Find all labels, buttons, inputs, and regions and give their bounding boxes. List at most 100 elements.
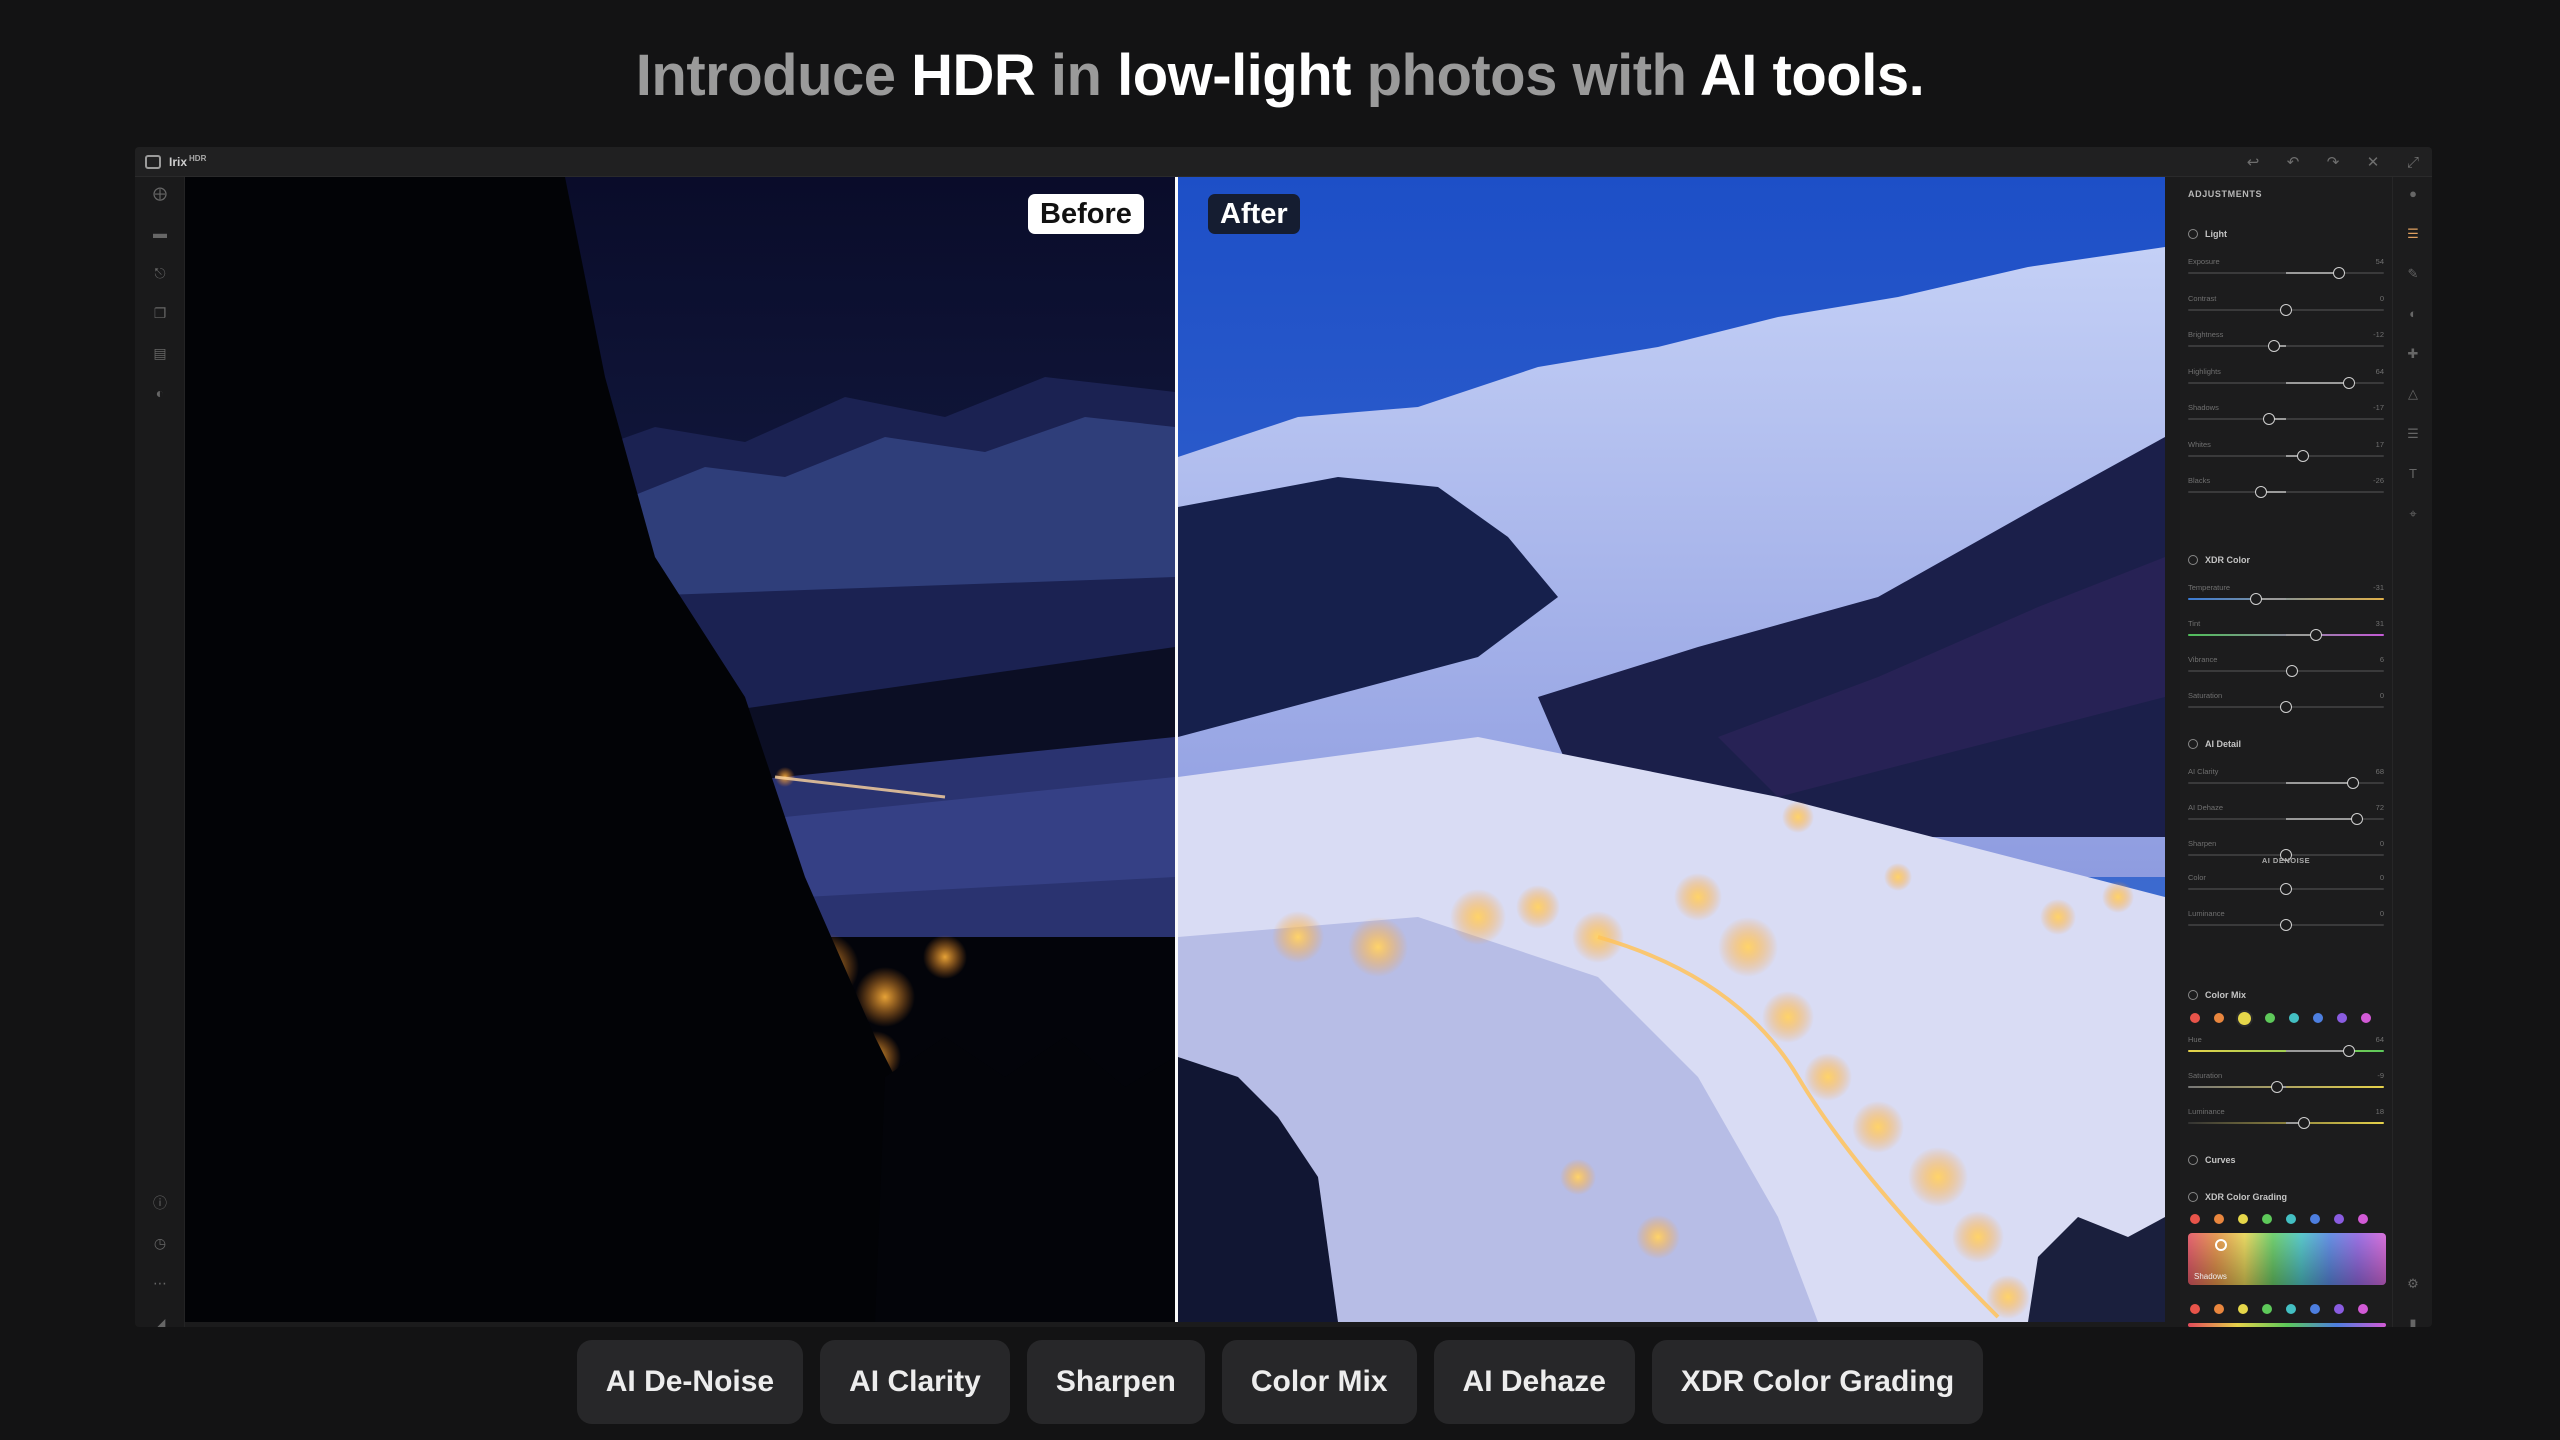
heal-icon[interactable]: ✚ [2404, 345, 2422, 363]
color-swatch[interactable] [2214, 1214, 2224, 1224]
feature-ai-dehaze[interactable]: AI Dehaze [1433, 1340, 1635, 1424]
slider-thumb[interactable] [2350, 813, 2363, 825]
slider-thumb[interactable] [2310, 629, 2323, 641]
presets-icon[interactable]: ◐ [150, 383, 170, 403]
adjustments-icon[interactable]: ☰ [2404, 225, 2422, 243]
info-icon[interactable]: ⓘ [150, 1193, 170, 1213]
color-swatch[interactable] [2262, 1214, 2272, 1224]
color-swatch[interactable] [2190, 1013, 2200, 1023]
add-icon[interactable]: ⨁ [150, 183, 170, 203]
section-ai-detail[interactable]: AI Detail [2188, 739, 2241, 749]
slider-track[interactable] [2188, 598, 2384, 600]
slider-thumb[interactable] [2280, 919, 2292, 931]
color-swatch[interactable] [2358, 1214, 2368, 1224]
slider-thumb[interactable] [2280, 701, 2292, 713]
undo-icon[interactable]: ↶ [2284, 153, 2302, 171]
slider-ai-dehaze[interactable]: AI Dehaze 72 [2188, 803, 2384, 827]
more-icon[interactable]: ⋯ [150, 1273, 170, 1293]
slider-ai-clarity[interactable]: AI Clarity 68 [2188, 767, 2384, 791]
slider-thumb[interactable] [2263, 413, 2276, 425]
color-swatch[interactable] [2286, 1304, 2296, 1314]
color-swatch[interactable] [2214, 1013, 2224, 1023]
slider-blacks[interactable]: Blacks -26 [2188, 476, 2384, 500]
feature-ai-denoise[interactable]: AI De-Noise [576, 1340, 804, 1424]
geometry-icon[interactable]: △ [2404, 385, 2422, 403]
section-xdr-color-grading[interactable]: XDR Color Grading [2188, 1192, 2287, 1202]
color-swatch[interactable] [2313, 1013, 2323, 1023]
slider-luminance[interactable]: Luminance 18 [2188, 1107, 2384, 1131]
color-swatch[interactable] [2358, 1304, 2368, 1314]
feature-xdr-color-grading[interactable]: XDR Color Grading [1651, 1340, 1984, 1424]
slider-saturation[interactable]: Saturation -9 [2188, 1071, 2384, 1095]
copy-icon[interactable]: ❐ [150, 303, 170, 323]
slider-tint[interactable]: Tint 31 [2188, 619, 2384, 643]
settings-icon[interactable]: ⚙ [2404, 1275, 2422, 1293]
feature-sharpen[interactable]: Sharpen [1026, 1340, 1205, 1424]
slider-vibrance[interactable]: Vibrance 6 [2188, 655, 2384, 679]
slider-thumb[interactable] [2254, 486, 2267, 498]
slider-thumb[interactable] [2342, 1045, 2355, 1057]
slider-whites[interactable]: Whites 17 [2188, 440, 2384, 464]
fullscreen-icon[interactable]: ⤢ [2404, 154, 2422, 171]
slider-thumb[interactable] [2280, 883, 2292, 895]
slider-luminance[interactable]: Luminance 0 [2188, 909, 2384, 933]
slider-thumb[interactable] [2342, 376, 2355, 389]
slider-track[interactable] [2188, 491, 2384, 493]
brush-icon[interactable]: ✎ [2404, 265, 2422, 283]
color-swatch[interactable] [2310, 1214, 2320, 1224]
slider-temperature[interactable]: Temperature -31 [2188, 583, 2384, 607]
feature-color-mix[interactable]: Color Mix [1221, 1340, 1417, 1424]
photo-canvas[interactable]: Before After [185, 177, 2165, 1322]
color-swatch[interactable] [2310, 1304, 2320, 1314]
color-swatch[interactable] [2238, 1304, 2248, 1314]
color-swatch[interactable] [2361, 1013, 2371, 1023]
color-swatch[interactable] [2238, 1011, 2251, 1025]
slider-thumb[interactable] [2346, 777, 2359, 789]
color-swatch[interactable] [2334, 1304, 2344, 1314]
color-swatch[interactable] [2337, 1013, 2347, 1023]
library-icon[interactable]: ▬ [150, 223, 170, 243]
compare-icon[interactable]: ✕ [2364, 153, 2382, 171]
compare-divider-handle[interactable] [1175, 177, 1178, 1322]
section-light[interactable]: Light [2188, 229, 2227, 239]
slider-thumb[interactable] [2332, 267, 2345, 279]
shadows-picker-thumb[interactable] [2215, 1239, 2227, 1251]
slider-thumb[interactable] [2249, 593, 2262, 605]
panel-toggle-icon[interactable]: ▮ [2404, 1315, 2422, 1327]
slider-color[interactable]: Color 0 [2188, 873, 2384, 897]
color-swatch[interactable] [2190, 1304, 2200, 1314]
export-icon[interactable]: ⎋ [150, 263, 170, 283]
shadows-color-grid[interactable]: Shadows [2188, 1233, 2386, 1285]
mask-icon[interactable]: ◐ [2404, 305, 2422, 323]
color-swatch[interactable] [2289, 1013, 2299, 1023]
feature-ai-clarity[interactable]: AI Clarity [820, 1340, 1010, 1424]
color-swatch[interactable] [2262, 1304, 2272, 1314]
color-swatch[interactable] [2190, 1214, 2200, 1224]
slider-track[interactable] [2188, 418, 2384, 420]
section-curves[interactable]: Curves [2188, 1155, 2236, 1165]
album-icon[interactable]: ▤ [150, 343, 170, 363]
redo-icon[interactable]: ↷ [2324, 153, 2342, 171]
share-icon[interactable]: ↩ [2244, 153, 2262, 171]
color-swatch[interactable] [2214, 1304, 2224, 1314]
slider-saturation[interactable]: Saturation 0 [2188, 691, 2384, 715]
color-swatch[interactable] [2265, 1013, 2275, 1023]
text-icon[interactable]: T [2404, 465, 2422, 483]
slider-thumb[interactable] [2297, 1117, 2310, 1129]
slider-hue[interactable]: Hue 64 [2188, 1035, 2384, 1059]
history-icon[interactable]: ◷ [150, 1233, 170, 1253]
section-xdr-color[interactable]: XDR Color [2188, 555, 2250, 565]
slider-exposure[interactable]: Exposure 54 [2188, 257, 2384, 281]
slider-brightness[interactable]: Brightness -12 [2188, 330, 2384, 354]
slider-thumb[interactable] [2285, 665, 2298, 677]
color-swatch[interactable] [2286, 1214, 2296, 1224]
layers-icon[interactable]: ☰ [2404, 425, 2422, 443]
crop-icon[interactable]: ⌖ [2404, 505, 2422, 523]
slider-thumb[interactable] [2271, 1081, 2284, 1093]
slider-thumb[interactable] [2280, 303, 2292, 316]
slider-track[interactable] [2188, 1086, 2384, 1088]
section-color-mix[interactable]: Color Mix [2188, 990, 2246, 1000]
slider-contrast[interactable]: Contrast 0 [2188, 294, 2384, 318]
slider-thumb[interactable] [2268, 340, 2281, 352]
color-swatch[interactable] [2238, 1214, 2248, 1224]
